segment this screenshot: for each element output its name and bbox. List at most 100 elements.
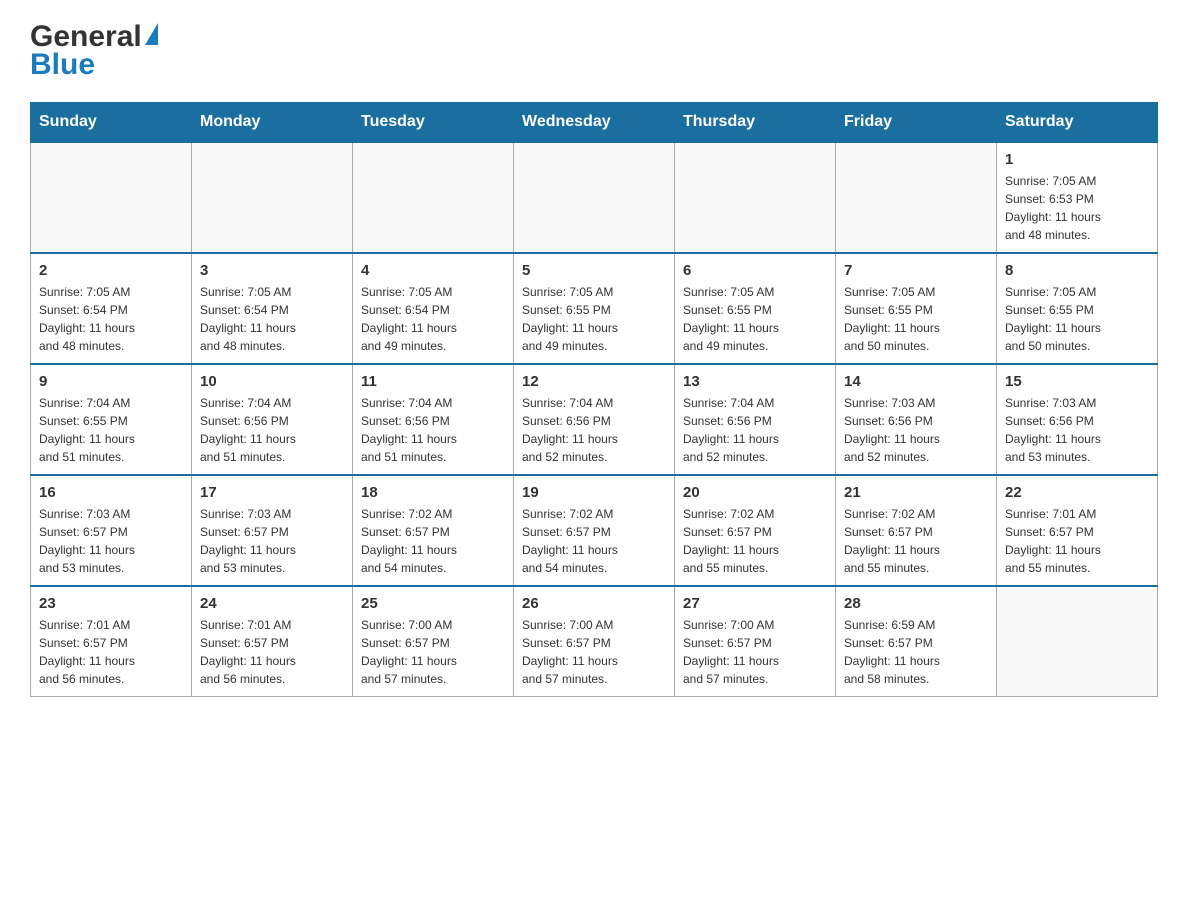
calendar-cell: 8 Sunrise: 7:05 AM Sunset: 6:55 PM Daylig… [997, 253, 1158, 364]
calendar-cell [514, 142, 675, 253]
calendar-cell: 3 Sunrise: 7:05 AM Sunset: 6:54 PM Daylig… [192, 253, 353, 364]
day-number: 9 [39, 373, 183, 390]
calendar-cell: 18 Sunrise: 7:02 AM Sunset: 6:57 PM Dayli… [353, 475, 514, 586]
day-info: Sunrise: 7:02 AM Sunset: 6:57 PM Dayligh… [361, 505, 505, 577]
day-info: Sunrise: 7:05 AM Sunset: 6:55 PM Dayligh… [522, 283, 666, 355]
day-info: Sunrise: 7:05 AM Sunset: 6:55 PM Dayligh… [844, 283, 988, 355]
calendar-cell: 27 Sunrise: 7:00 AM Sunset: 6:57 PM Dayli… [675, 586, 836, 697]
day-info: Sunrise: 7:02 AM Sunset: 6:57 PM Dayligh… [522, 505, 666, 577]
calendar-cell: 28Sunrise: 6:59 AM Sunset: 6:57 PM Dayli… [836, 586, 997, 697]
calendar-cell: 2 Sunrise: 7:05 AM Sunset: 6:54 PM Daylig… [31, 253, 192, 364]
logo-chevron-icon [145, 23, 158, 45]
day-info: Sunrise: 7:01 AM Sunset: 6:57 PM Dayligh… [1005, 505, 1149, 577]
day-number: 24 [200, 595, 344, 612]
calendar-cell: 17 Sunrise: 7:03 AM Sunset: 6:57 PM Dayli… [192, 475, 353, 586]
calendar-cell: 12 Sunrise: 7:04 AM Sunset: 6:56 PM Dayli… [514, 364, 675, 475]
calendar-cell: 6Sunrise: 7:05 AM Sunset: 6:55 PM Daylig… [675, 253, 836, 364]
calendar-cell: 4Sunrise: 7:05 AM Sunset: 6:54 PM Daylig… [353, 253, 514, 364]
day-number: 26 [522, 595, 666, 612]
day-number: 11 [361, 373, 505, 390]
day-info: Sunrise: 7:03 AM Sunset: 6:57 PM Dayligh… [200, 505, 344, 577]
day-info: Sunrise: 7:03 AM Sunset: 6:57 PM Dayligh… [39, 505, 183, 577]
weekday-header-wednesday: Wednesday [514, 103, 675, 143]
calendar-cell [192, 142, 353, 253]
day-number: 5 [522, 262, 666, 279]
day-number: 13 [683, 373, 827, 390]
day-number: 7 [844, 262, 988, 279]
day-number: 16 [39, 484, 183, 501]
calendar-cell: 21Sunrise: 7:02 AM Sunset: 6:57 PM Dayli… [836, 475, 997, 586]
calendar-cell: 10Sunrise: 7:04 AM Sunset: 6:56 PM Dayli… [192, 364, 353, 475]
day-info: Sunrise: 7:05 AM Sunset: 6:55 PM Dayligh… [683, 283, 827, 355]
day-number: 20 [683, 484, 827, 501]
day-number: 2 [39, 262, 183, 279]
calendar-cell: 26 Sunrise: 7:00 AM Sunset: 6:57 PM Dayli… [514, 586, 675, 697]
day-info: Sunrise: 6:59 AM Sunset: 6:57 PM Dayligh… [844, 616, 988, 688]
day-info: Sunrise: 7:04 AM Sunset: 6:56 PM Dayligh… [683, 394, 827, 466]
day-number: 21 [844, 484, 988, 501]
page-header: General Blue [30, 20, 1158, 82]
week-row-4: 16 Sunrise: 7:03 AM Sunset: 6:57 PM Dayli… [31, 475, 1158, 586]
calendar-table: SundayMondayTuesdayWednesdayThursdayFrid… [30, 102, 1158, 697]
weekday-header-monday: Monday [192, 103, 353, 143]
calendar-cell: 13 Sunrise: 7:04 AM Sunset: 6:56 PM Dayli… [675, 364, 836, 475]
calendar-cell: 5 Sunrise: 7:05 AM Sunset: 6:55 PM Daylig… [514, 253, 675, 364]
day-number: 3 [200, 262, 344, 279]
calendar-cell [31, 142, 192, 253]
calendar-cell [997, 586, 1158, 697]
day-info: Sunrise: 7:04 AM Sunset: 6:56 PM Dayligh… [522, 394, 666, 466]
day-number: 22 [1005, 484, 1149, 501]
calendar-cell: 15Sunrise: 7:03 AM Sunset: 6:56 PM Dayli… [997, 364, 1158, 475]
day-info: Sunrise: 7:05 AM Sunset: 6:55 PM Dayligh… [1005, 283, 1149, 355]
day-info: Sunrise: 7:03 AM Sunset: 6:56 PM Dayligh… [844, 394, 988, 466]
day-number: 19 [522, 484, 666, 501]
day-info: Sunrise: 7:05 AM Sunset: 6:53 PM Dayligh… [1005, 172, 1149, 244]
calendar-cell: 23 Sunrise: 7:01 AM Sunset: 6:57 PM Dayli… [31, 586, 192, 697]
calendar-cell: 14 Sunrise: 7:03 AM Sunset: 6:56 PM Dayli… [836, 364, 997, 475]
day-number: 4 [361, 262, 505, 279]
calendar-cell [675, 142, 836, 253]
day-number: 1 [1005, 151, 1149, 168]
day-info: Sunrise: 7:04 AM Sunset: 6:56 PM Dayligh… [361, 394, 505, 466]
day-number: 10 [200, 373, 344, 390]
weekday-header-friday: Friday [836, 103, 997, 143]
day-number: 23 [39, 595, 183, 612]
week-row-5: 23 Sunrise: 7:01 AM Sunset: 6:57 PM Dayli… [31, 586, 1158, 697]
weekday-header-tuesday: Tuesday [353, 103, 514, 143]
day-number: 14 [844, 373, 988, 390]
day-info: Sunrise: 7:02 AM Sunset: 6:57 PM Dayligh… [683, 505, 827, 577]
logo-blue: Blue [30, 48, 95, 82]
week-row-3: 9 Sunrise: 7:04 AM Sunset: 6:55 PM Daylig… [31, 364, 1158, 475]
week-row-1: 1 Sunrise: 7:05 AM Sunset: 6:53 PM Daylig… [31, 142, 1158, 253]
day-number: 27 [683, 595, 827, 612]
weekday-header-row: SundayMondayTuesdayWednesdayThursdayFrid… [31, 103, 1158, 143]
calendar-cell: 9 Sunrise: 7:04 AM Sunset: 6:55 PM Daylig… [31, 364, 192, 475]
calendar-cell: 11 Sunrise: 7:04 AM Sunset: 6:56 PM Dayli… [353, 364, 514, 475]
calendar-cell: 20 Sunrise: 7:02 AM Sunset: 6:57 PM Dayli… [675, 475, 836, 586]
weekday-header-saturday: Saturday [997, 103, 1158, 143]
day-number: 8 [1005, 262, 1149, 279]
day-number: 15 [1005, 373, 1149, 390]
day-number: 12 [522, 373, 666, 390]
day-number: 25 [361, 595, 505, 612]
day-info: Sunrise: 7:01 AM Sunset: 6:57 PM Dayligh… [39, 616, 183, 688]
day-info: Sunrise: 7:05 AM Sunset: 6:54 PM Dayligh… [200, 283, 344, 355]
day-number: 17 [200, 484, 344, 501]
calendar-cell [836, 142, 997, 253]
weekday-header-thursday: Thursday [675, 103, 836, 143]
day-info: Sunrise: 7:00 AM Sunset: 6:57 PM Dayligh… [683, 616, 827, 688]
calendar-cell: 25Sunrise: 7:00 AM Sunset: 6:57 PM Dayli… [353, 586, 514, 697]
calendar-cell: 24Sunrise: 7:01 AM Sunset: 6:57 PM Dayli… [192, 586, 353, 697]
day-info: Sunrise: 7:00 AM Sunset: 6:57 PM Dayligh… [522, 616, 666, 688]
logo-area: General Blue [30, 20, 158, 82]
calendar-cell: 22 Sunrise: 7:01 AM Sunset: 6:57 PM Dayli… [997, 475, 1158, 586]
calendar-cell: 1 Sunrise: 7:05 AM Sunset: 6:53 PM Daylig… [997, 142, 1158, 253]
day-number: 18 [361, 484, 505, 501]
weekday-header-sunday: Sunday [31, 103, 192, 143]
week-row-2: 2 Sunrise: 7:05 AM Sunset: 6:54 PM Daylig… [31, 253, 1158, 364]
calendar-cell: 7 Sunrise: 7:05 AM Sunset: 6:55 PM Daylig… [836, 253, 997, 364]
day-info: Sunrise: 7:04 AM Sunset: 6:55 PM Dayligh… [39, 394, 183, 466]
calendar-cell: 16 Sunrise: 7:03 AM Sunset: 6:57 PM Dayli… [31, 475, 192, 586]
day-info: Sunrise: 7:05 AM Sunset: 6:54 PM Dayligh… [39, 283, 183, 355]
calendar-cell [353, 142, 514, 253]
